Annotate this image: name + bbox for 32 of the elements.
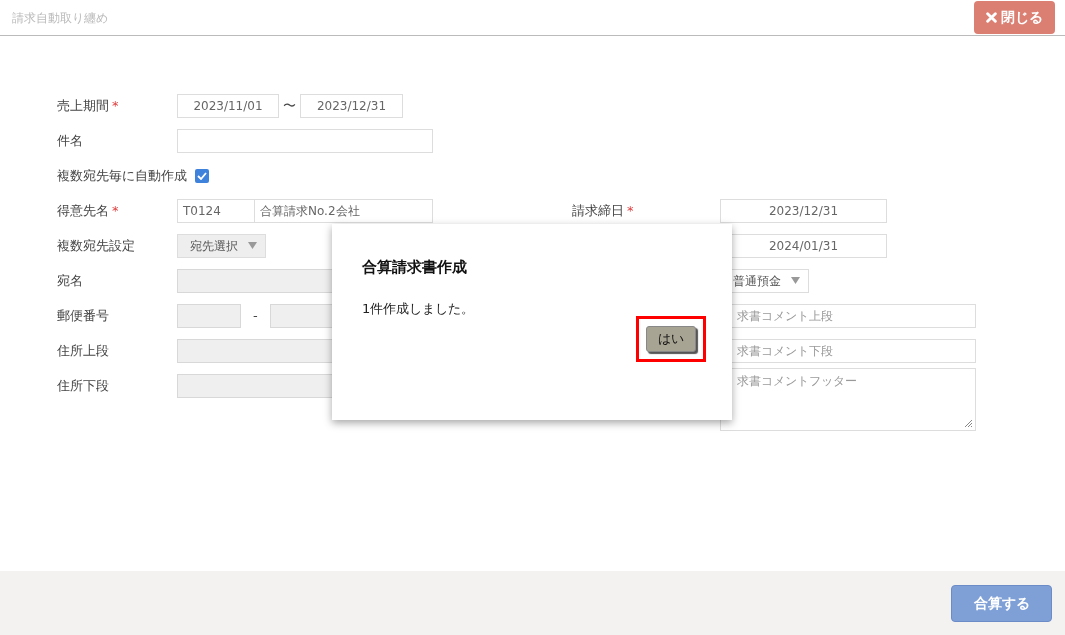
field-label: 宛名 [57,272,83,288]
field-label: 件名 [57,132,83,148]
field-label: 得意先名 [57,202,109,218]
dialog-message: 1件作成しました。 [362,299,476,318]
window-title: 請求自動取り纏め [12,9,108,27]
date-field[interactable]: 2023/11/01 [177,93,279,118]
postal-separator: - [252,306,259,325]
field-label: 郵便番号 [57,307,109,323]
range-separator: 〜 [283,96,296,115]
dialog-title: 合算請求書作成 [362,257,468,278]
caret-icon [248,242,257,249]
field-label: 複数宛先毎に自動作成 [57,167,187,183]
field-label: 売上期間 [57,97,109,113]
code-field[interactable]: T0124 [177,198,255,223]
caret-icon [791,277,800,284]
field-label: 請求締日 [572,202,624,218]
required-mark: * [627,202,634,218]
field-label: 住所上段 [57,342,109,358]
required-mark: * [112,97,119,113]
input-field[interactable] [177,128,433,153]
required-mark: * [112,202,119,218]
date-field[interactable]: 2023/12/31 [720,198,887,223]
field-label: 住所下段 [57,377,109,393]
close-icon [986,12,997,23]
dropdown[interactable]: 宛先選択 [177,233,266,258]
yes-button[interactable]: はい [646,326,696,352]
resize-grip-icon[interactable] [964,419,973,428]
name-field[interactable]: 合算請求No.2会社 [255,198,433,223]
text-area[interactable]: 求書コメントフッター [720,368,976,431]
field-label: 複数宛先設定 [57,237,135,253]
date-field[interactable]: 2023/12/31 [300,93,403,118]
checkbox[interactable] [195,168,209,183]
